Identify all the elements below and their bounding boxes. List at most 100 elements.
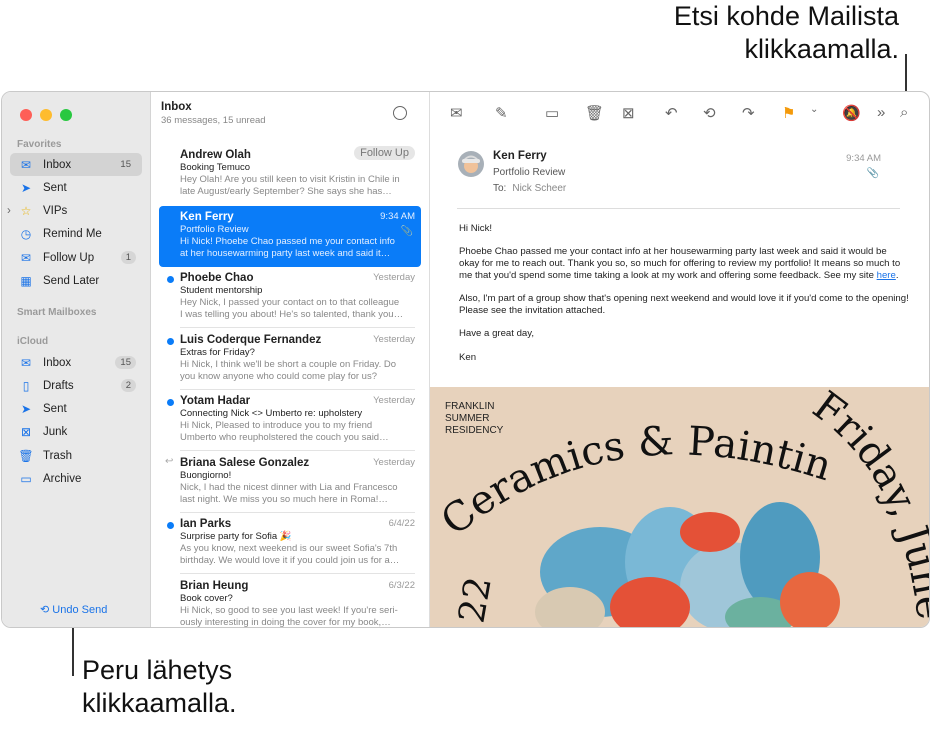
close-button[interactable] bbox=[20, 109, 32, 121]
unread-count: 1 bbox=[120, 251, 136, 265]
junk-icon[interactable]: ⊠ bbox=[622, 104, 635, 122]
message-list: Inbox 36 messages, 15 unread Andrew Olah… bbox=[152, 92, 430, 627]
reading-pane: ✉ ✎ ▭ 🗑 ⊠ ↶ ⟲ ↷ ⚑ ⌄ 🔕 » ⌕ Ken Ferry Portfolio Review… bbox=[430, 92, 929, 627]
sidebar-item-archive[interactable]: ▭ Archive bbox=[10, 468, 142, 491]
message-preview: ously interesting in doing the cover for… bbox=[180, 616, 391, 628]
sidebar-item-label: Inbox bbox=[43, 356, 72, 369]
divider bbox=[457, 208, 900, 209]
reply-icon[interactable]: ↶ bbox=[665, 104, 678, 122]
body-text: Phoebe Chao passed me your contact info … bbox=[459, 246, 909, 281]
section-smart-mailboxes: Smart Mailboxes bbox=[17, 307, 97, 318]
site-link[interactable]: here bbox=[877, 270, 896, 281]
invitation-image: FRANKLIN SUMMER RESIDENCY Ceramics & Paint… bbox=[430, 387, 929, 627]
sidebar-item-label: Sent bbox=[43, 403, 67, 416]
callout-text: klikkaamalla. bbox=[82, 688, 237, 718]
flag-icon[interactable]: ⚑ bbox=[782, 104, 795, 122]
sidebar-item-follow-up[interactable]: ✉ Follow Up 1 bbox=[10, 246, 142, 269]
follow-up-badge: Follow Up bbox=[354, 146, 415, 160]
mailbox-title: Inbox bbox=[161, 101, 192, 113]
message-preview: birthday. We would love it if you could … bbox=[180, 555, 400, 566]
minimize-button[interactable] bbox=[40, 109, 52, 121]
replied-icon: ↩ bbox=[165, 455, 174, 467]
forward-icon[interactable]: ↷ bbox=[742, 104, 755, 122]
sidebar-item-inbox[interactable]: ✉ Inbox 15 bbox=[10, 351, 142, 374]
document-icon: ▯ bbox=[22, 378, 30, 393]
sidebar-item-remind-me[interactable]: ◷ Remind Me bbox=[10, 223, 142, 246]
sidebar-item-send-later[interactable]: ▦ Send Later bbox=[10, 270, 142, 293]
attachment-icon: 📎 bbox=[866, 168, 879, 179]
message-row[interactable]: Brian Heung 6/3/22 Book cover? Hi Nick, so … bbox=[159, 575, 421, 628]
search-icon[interactable]: ⌕ bbox=[900, 104, 908, 121]
email-subject: Portfolio Review bbox=[493, 167, 566, 178]
message-row[interactable]: Luis Coderque Fernandez Yesterday Extras f… bbox=[159, 329, 421, 390]
follow-up-icon: ✉ bbox=[20, 250, 32, 265]
section-favorites: Favorites bbox=[17, 139, 62, 150]
filter-icon[interactable] bbox=[393, 106, 407, 120]
mail-icon[interactable]: ✉ bbox=[450, 104, 463, 122]
reply-all-icon[interactable]: ⟲ bbox=[703, 104, 716, 122]
message-row[interactable]: Yotam Hadar Yesterday Connecting Nick <> U… bbox=[159, 390, 421, 451]
message-row[interactable]: Phoebe Chao Yesterday Student mentorship He… bbox=[159, 267, 421, 328]
body-text: Ken bbox=[459, 351, 477, 363]
unread-dot bbox=[167, 522, 174, 529]
search-callout: Etsi kohde Mailista klikkaamalla. bbox=[674, 0, 899, 66]
sidebar-item-label: Remind Me bbox=[43, 228, 102, 241]
paperplane-icon: ➤ bbox=[20, 180, 32, 195]
zoom-button[interactable] bbox=[60, 109, 72, 121]
message-row[interactable]: Ian Parks 6/4/22 Surprise party for Sofia … bbox=[159, 513, 421, 574]
chevron-right-icon[interactable]: › bbox=[7, 205, 11, 217]
undo-send-button[interactable]: ⟲ Undo Send bbox=[40, 603, 107, 616]
sidebar-item-sent[interactable]: ➤ Sent bbox=[10, 176, 142, 199]
unread-dot bbox=[167, 276, 174, 283]
message-date: 9:34 AM bbox=[380, 210, 415, 222]
chevron-down-icon[interactable]: ⌄ bbox=[810, 104, 818, 115]
sidebar-item-label: Follow Up bbox=[43, 251, 95, 264]
clock-icon: ◷ bbox=[20, 227, 32, 242]
sidebar: Favorites ✉ Inbox 15 ➤ Sent › ☆ VIPs ◷ Remind Me ✉… bbox=[2, 92, 151, 627]
message-preview: Hi Nick, so good to see you last week! I… bbox=[180, 604, 398, 616]
sidebar-item-label: Trash bbox=[43, 449, 72, 462]
body-text: Also, I'm part of a group show that's op… bbox=[459, 293, 909, 316]
message-preview: at her housewarming party last week and … bbox=[180, 247, 391, 259]
message-row[interactable]: Ken Ferry 9:34 AM Portfolio Review Hi Nick!… bbox=[159, 205, 421, 267]
message-preview: Hey Nick, I passed your contact on to th… bbox=[180, 297, 400, 308]
sidebar-item-sent[interactable]: ➤ Sent bbox=[10, 398, 142, 421]
sidebar-item-vips[interactable]: › ☆ VIPs bbox=[7, 200, 142, 223]
body-text: Hi Nick! bbox=[459, 223, 493, 234]
message-sender: Ian Parks bbox=[180, 518, 232, 530]
message-preview: late August/early September? She says sh… bbox=[180, 186, 392, 197]
to-label: To: bbox=[493, 183, 507, 194]
sidebar-item-inbox[interactable]: ✉ Inbox 15 bbox=[10, 153, 142, 176]
calendar-icon: ▦ bbox=[20, 274, 32, 288]
message-row[interactable]: Andrew Olah Follow Up Booking Temuco Hey Ol… bbox=[159, 144, 421, 205]
archive-icon: ▭ bbox=[20, 472, 32, 486]
section-icloud: iCloud bbox=[17, 336, 49, 347]
unread-count: 2 bbox=[120, 379, 136, 393]
message-preview: last night. We miss you so much here in … bbox=[180, 493, 388, 505]
recipient-name[interactable]: Nick Scheer bbox=[512, 183, 566, 194]
compose-icon[interactable]: ✎ bbox=[495, 104, 508, 122]
mute-icon[interactable]: 🔕 bbox=[842, 104, 861, 122]
attachment-icon: 📎 bbox=[400, 225, 413, 237]
message-preview: you know anyone who could come play for … bbox=[180, 370, 377, 382]
unread-count: 15 bbox=[120, 159, 131, 170]
message-date: 6/4/22 bbox=[388, 518, 415, 529]
callout-text: Etsi kohde Mailista bbox=[673, 1, 899, 31]
sidebar-item-junk[interactable]: ⊠ Junk bbox=[10, 421, 142, 444]
trash-icon[interactable]: 🗑 bbox=[585, 104, 604, 122]
trash-icon: 🗑 bbox=[18, 448, 34, 463]
message-row[interactable]: ↩ Briana Salese Gonzalez Yesterday Buongior… bbox=[159, 452, 421, 513]
archive-icon[interactable]: ▭ bbox=[545, 104, 559, 122]
message-subject: Booking Temuco bbox=[180, 162, 251, 173]
message-subject: Student mentorship bbox=[180, 285, 263, 296]
sidebar-item-label: Send Later bbox=[43, 275, 100, 287]
inbox-icon: ✉ bbox=[20, 355, 32, 370]
body-text: . bbox=[895, 269, 899, 281]
more-icon[interactable]: » bbox=[877, 104, 885, 121]
email-time: 9:34 AM bbox=[846, 153, 881, 164]
sender-name: Ken Ferry bbox=[493, 150, 547, 162]
window-controls bbox=[20, 109, 72, 121]
sidebar-item-trash[interactable]: 🗑 Trash bbox=[10, 444, 142, 467]
sidebar-item-label: Drafts bbox=[43, 379, 74, 392]
sidebar-item-drafts[interactable]: ▯ Drafts 2 bbox=[10, 374, 142, 397]
